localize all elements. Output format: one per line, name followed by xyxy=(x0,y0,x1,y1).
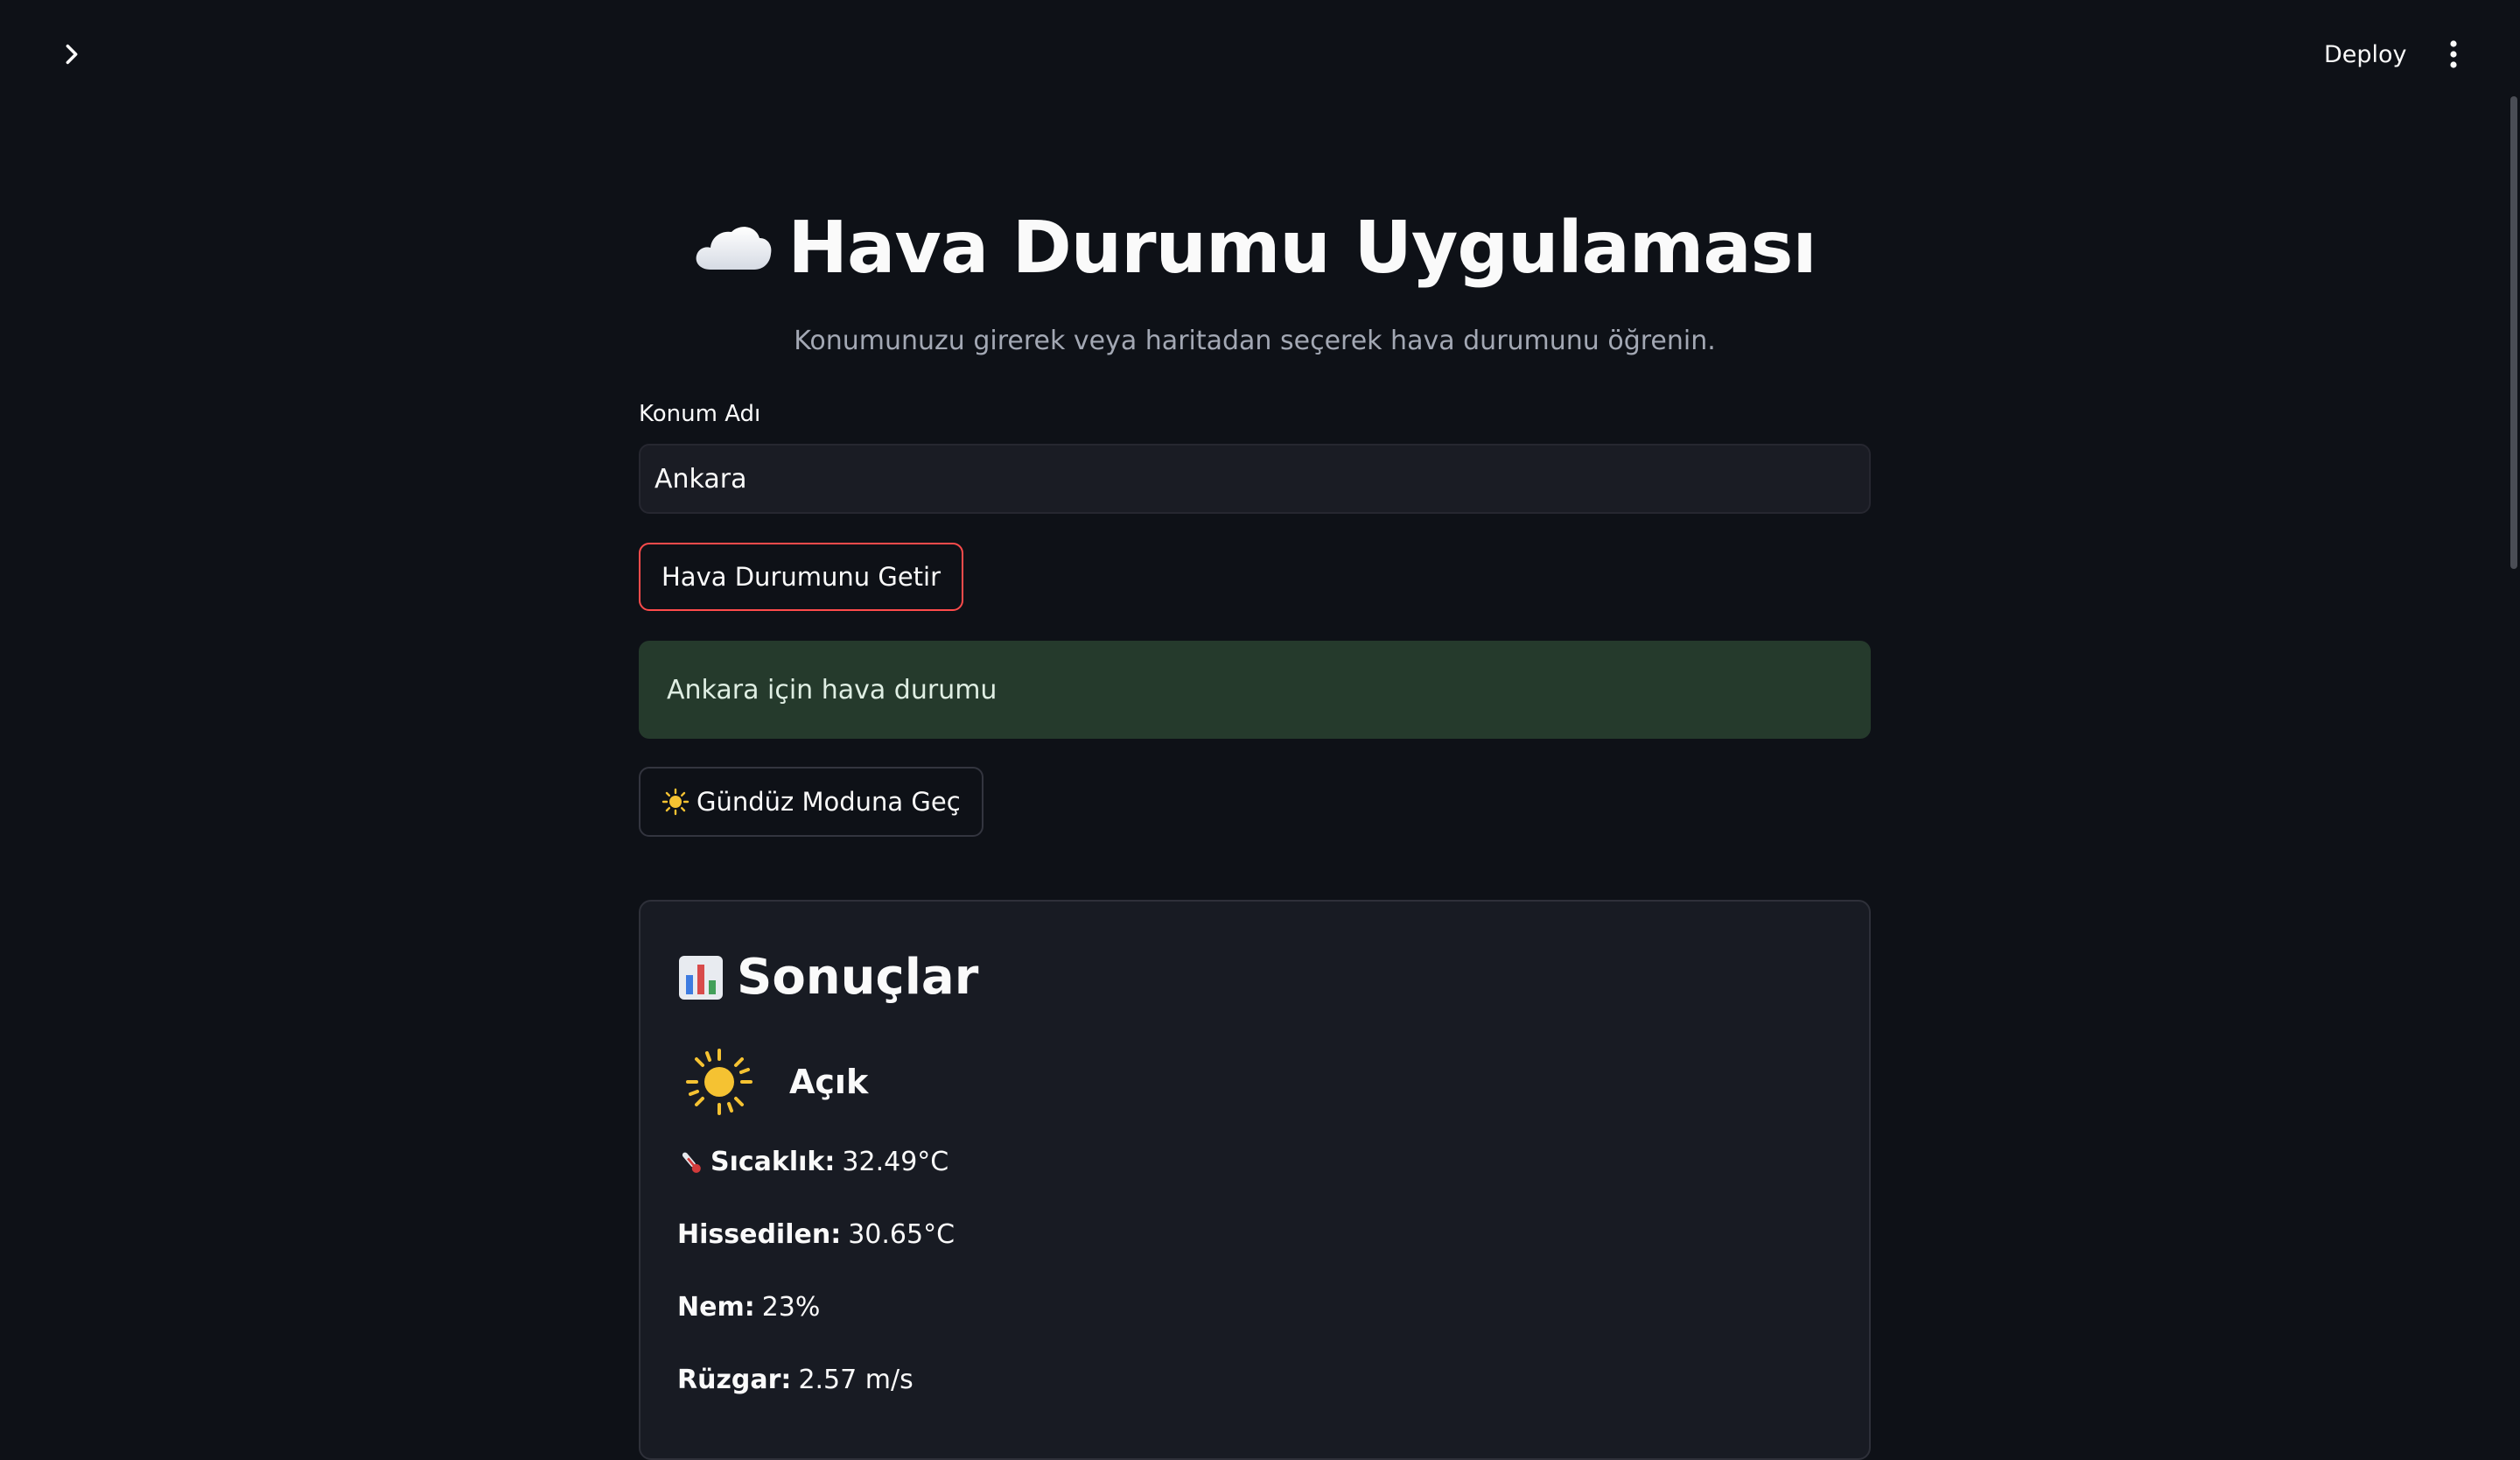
page-title: Hava Durumu Uygulaması xyxy=(639,203,1871,294)
feels-like-label: Hissedilen: xyxy=(677,1219,842,1250)
feels-like-metric: Hissedilen: 30.65°C xyxy=(677,1219,955,1250)
deploy-button[interactable]: Deploy xyxy=(2310,32,2421,77)
cloud-icon xyxy=(696,226,772,270)
humidity-label: Nem: xyxy=(677,1292,755,1323)
main-menu-button[interactable] xyxy=(2434,32,2473,77)
wind-value: 2.57 m/s xyxy=(798,1365,914,1395)
results-heading-text: Sonuçlar xyxy=(737,949,979,1006)
feels-like-value: 30.65°C xyxy=(848,1219,956,1250)
location-field-label: Konum Adı xyxy=(639,401,761,427)
sun-icon xyxy=(686,1049,752,1115)
success-alert-text: Ankara için hava durumu xyxy=(667,674,998,705)
page-subtitle: Konumunuzu girerek veya haritadan seçere… xyxy=(794,326,1716,356)
bar-chart-icon xyxy=(679,955,723,1000)
sidebar-toggle-button[interactable] xyxy=(51,33,93,75)
temperature-metric: Sıcaklık: 32.49°C xyxy=(677,1147,948,1177)
results-heading: Sonuçlar xyxy=(677,949,978,1006)
chevron-right-icon xyxy=(66,44,78,65)
temperature-label: Sıcaklık: xyxy=(710,1147,836,1177)
weather-condition: Açık xyxy=(684,1047,868,1117)
kebab-menu-icon xyxy=(2450,40,2457,68)
scrollbar-thumb[interactable] xyxy=(2510,96,2517,569)
wind-metric: Rüzgar: 2.57 m/s xyxy=(677,1365,914,1395)
thermometer-icon xyxy=(682,1152,701,1173)
fetch-weather-button[interactable]: Hava Durumunu Getir xyxy=(639,543,964,611)
location-input[interactable] xyxy=(639,444,1871,514)
sun-icon xyxy=(662,788,690,816)
wind-label: Rüzgar: xyxy=(677,1365,792,1395)
results-card: Sonuçlar Açık Sıcaklık: 32.49°C Hissedil… xyxy=(639,900,1871,1460)
humidity-metric: Nem: 23% xyxy=(677,1292,820,1323)
weather-condition-text: Açık xyxy=(789,1063,869,1101)
page-title-text: Hava Durumu Uygulaması xyxy=(788,207,1816,290)
success-alert: Ankara için hava durumu xyxy=(639,641,1871,739)
day-mode-toggle-button[interactable]: Gündüz Moduna Geç xyxy=(639,767,984,837)
top-bar: Deploy xyxy=(0,0,2520,105)
day-mode-toggle-label: Gündüz Moduna Geç xyxy=(696,787,961,817)
humidity-value: 23% xyxy=(761,1292,821,1323)
temperature-value: 32.49°C xyxy=(842,1147,949,1177)
page-scrollbar[interactable] xyxy=(2508,96,2520,1413)
